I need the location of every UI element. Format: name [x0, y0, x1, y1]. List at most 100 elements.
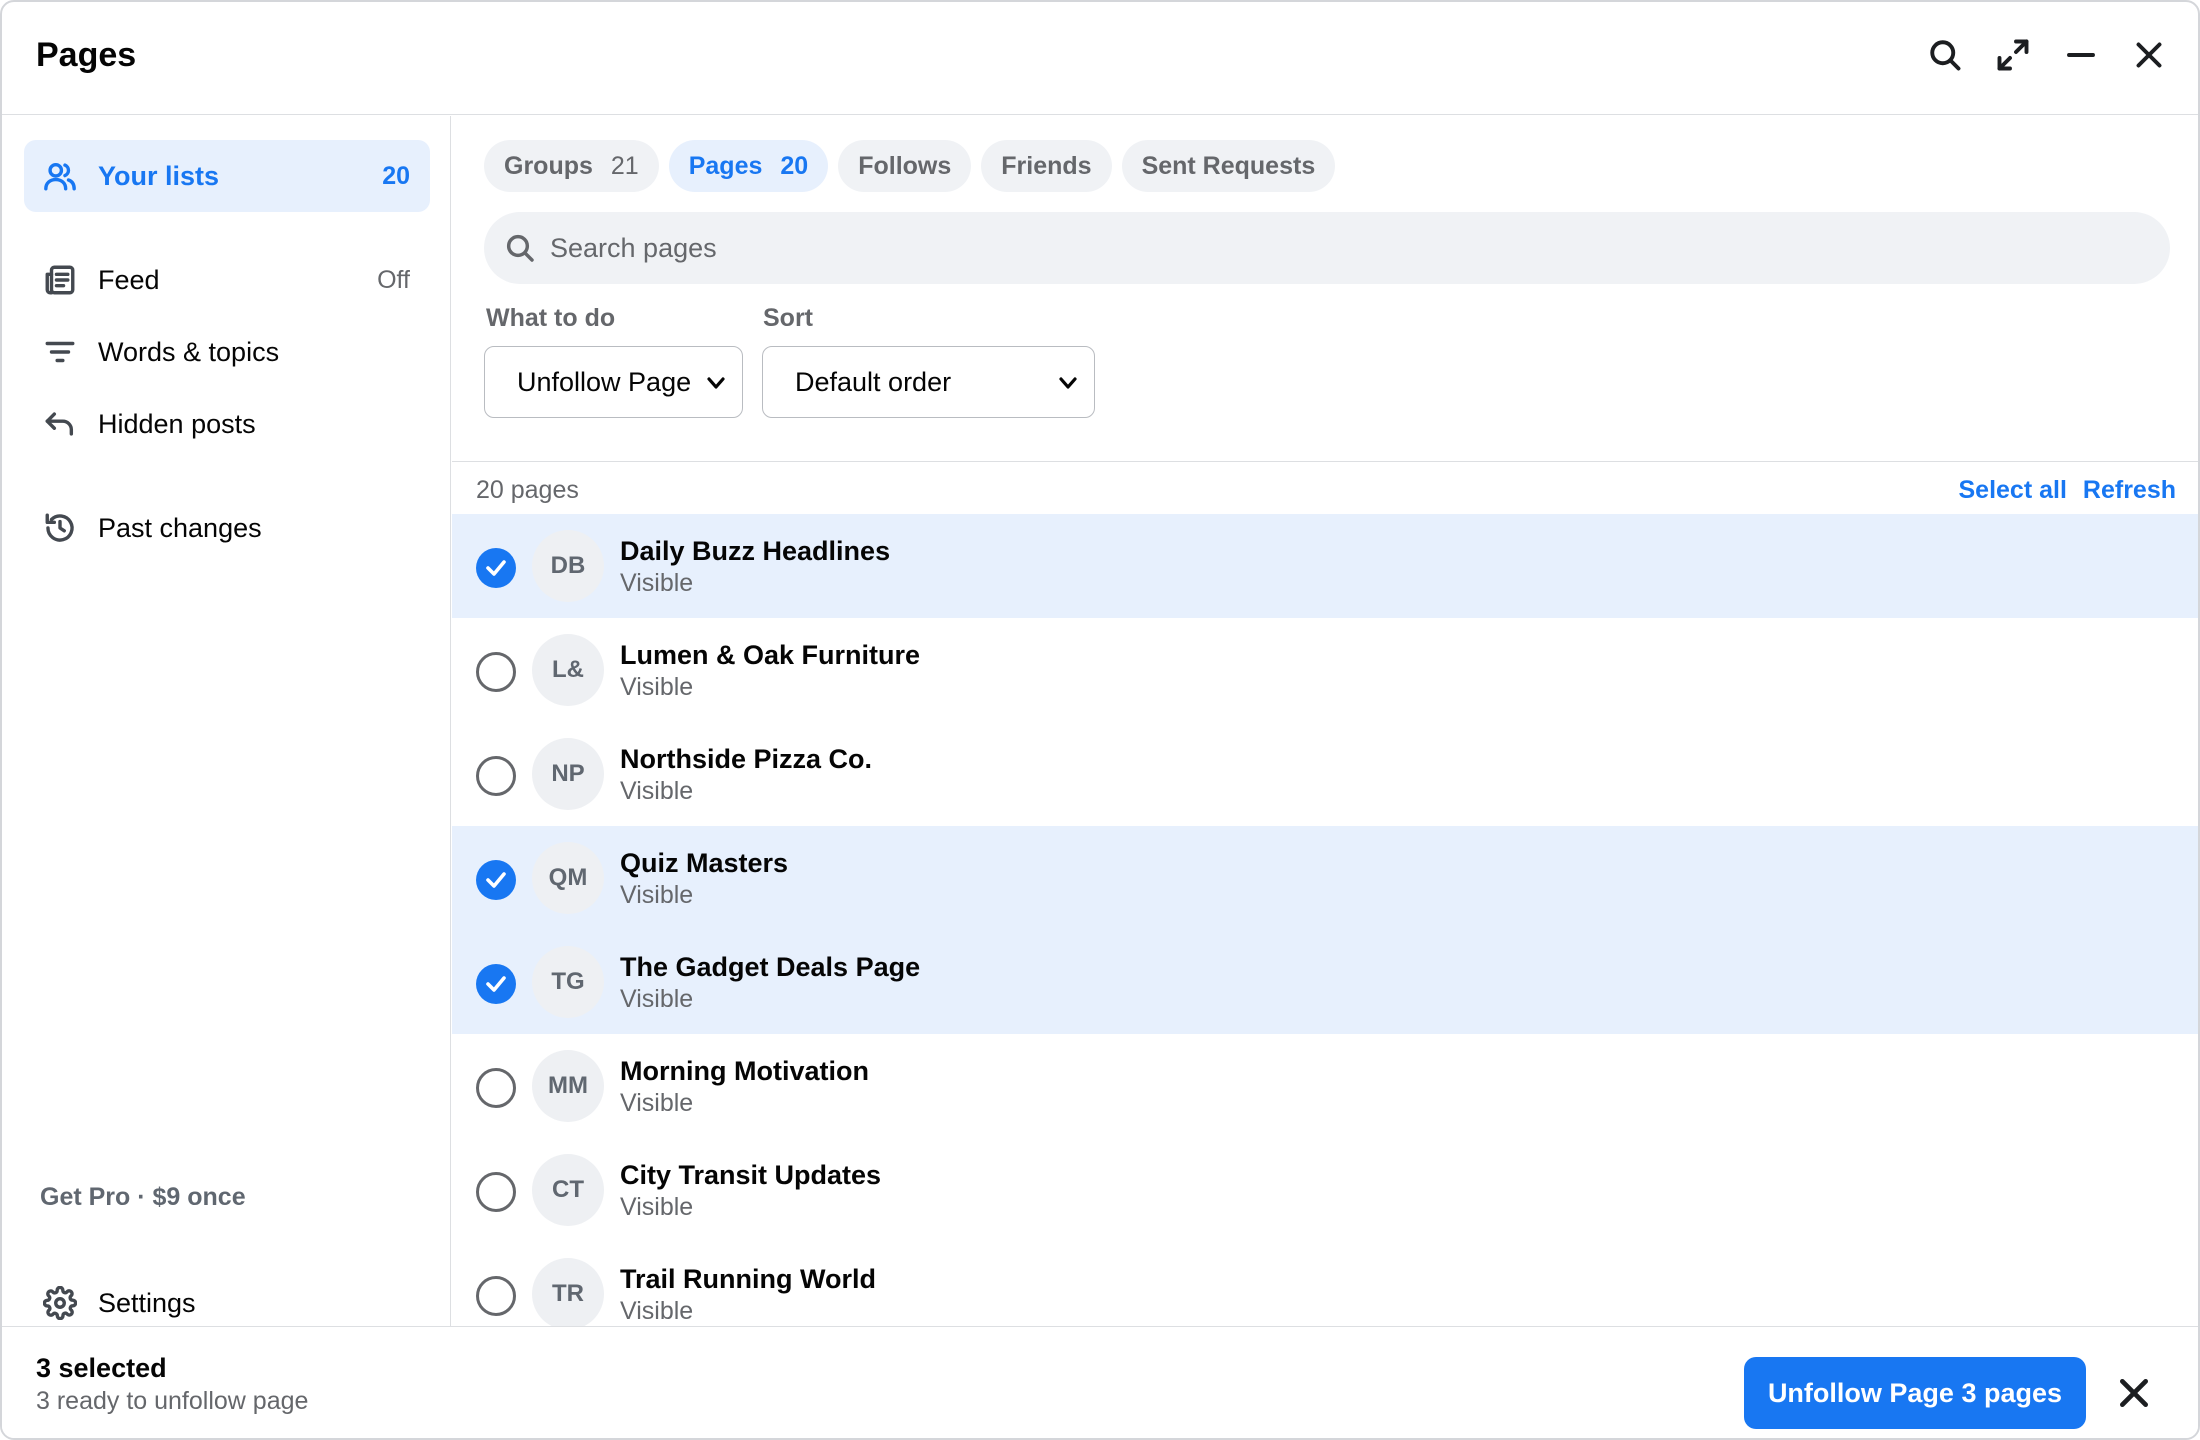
list-item-text: Northside Pizza Co. Visible — [620, 742, 872, 806]
list-item[interactable]: DB Daily Buzz Headlines Visible — [452, 514, 2198, 618]
checkbox[interactable] — [476, 1068, 516, 1108]
sidebar-item-past-changes[interactable]: Past changes — [24, 492, 430, 564]
tab-count: 20 — [780, 151, 809, 180]
avatar: NP — [532, 738, 604, 810]
unfollow-button[interactable]: Unfollow Page 3 pages — [1743, 1357, 2086, 1429]
get-pro-link[interactable]: Get Pro · $9 once — [40, 1183, 246, 1212]
list-item[interactable]: L& Lumen & Oak Furniture Visible — [452, 618, 2198, 722]
tab-label: Follows — [858, 151, 952, 180]
selection-summary: 3 ready to unfollow page — [36, 1387, 309, 1415]
people-icon — [42, 158, 78, 194]
list-item[interactable]: TR Trail Running World Visible — [452, 1242, 2198, 1326]
sort-select-value: Default order — [795, 366, 952, 397]
list-item-text: Quiz Masters Visible — [620, 846, 788, 910]
avatar: DB — [532, 530, 604, 602]
sidebar-item-words-topics[interactable]: Words & topics — [24, 316, 430, 388]
tab-friends[interactable]: Friends — [981, 140, 1112, 192]
selection-footer: 3 selected 3 ready to unfollow page Unfo… — [2, 1326, 2198, 1438]
sidebar-item-label: Your lists — [98, 160, 220, 191]
page-status: Visible — [620, 985, 694, 1013]
expand-icon[interactable] — [1990, 32, 2036, 78]
checkbox[interactable] — [476, 964, 516, 1004]
checkbox[interactable] — [476, 1276, 516, 1316]
page-status: Visible — [620, 777, 694, 805]
tab-groups[interactable]: Groups 21 — [484, 140, 659, 192]
sidebar-item-label: Past changes — [98, 512, 262, 543]
sidebar-item-label: Words & topics — [98, 336, 280, 367]
pages-count: 20 pages — [476, 475, 579, 504]
filter-lines-icon — [42, 334, 78, 370]
history-icon — [42, 510, 78, 546]
header-actions — [1922, 32, 2172, 78]
search-input[interactable] — [550, 232, 2050, 264]
pages-list: DB Daily Buzz Headlines Visible L& Lumen… — [452, 514, 2198, 1326]
page-name: Lumen & Oak Furniture — [620, 640, 921, 670]
list-item[interactable]: MM Morning Motivation Visible — [452, 1034, 2198, 1138]
list-item-text: City Transit Updates Visible — [620, 1158, 881, 1222]
sidebar-item-hidden-posts[interactable]: Hidden posts — [24, 388, 430, 460]
checkbox[interactable] — [476, 756, 516, 796]
chevron-down-icon — [1056, 371, 1080, 395]
list-item[interactable]: QM Quiz Masters Visible — [452, 826, 2198, 930]
minimize-icon[interactable] — [2058, 32, 2104, 78]
list-item-text: Daily Buzz Headlines Visible — [620, 534, 890, 598]
list-item-text: Trail Running World Visible — [620, 1262, 876, 1326]
sort-select[interactable]: Default order — [762, 346, 1095, 418]
checkbox[interactable] — [476, 860, 516, 900]
search-icon[interactable] — [1922, 32, 1968, 78]
page-name: Quiz Masters — [620, 848, 789, 878]
page-status: Visible — [620, 673, 694, 701]
sidebar-item-label: Hidden posts — [98, 408, 256, 439]
checkbox[interactable] — [476, 1172, 516, 1212]
list-item[interactable]: TG The Gadget Deals Page Visible — [452, 930, 2198, 1034]
tab-label: Friends — [1001, 151, 1092, 180]
tab-count: 21 — [610, 151, 639, 180]
selected-count: 3 selected — [36, 1353, 167, 1383]
sidebar-item-count: 20 — [382, 161, 410, 190]
avatar: QM — [532, 842, 604, 914]
sidebar-item-label: Settings — [98, 1287, 196, 1318]
list-item-text: Morning Motivation Visible — [620, 1054, 869, 1118]
action-label: What to do — [486, 304, 616, 332]
checkmark-icon — [486, 976, 506, 992]
page-name: The Gadget Deals Page — [620, 952, 921, 982]
refresh-link[interactable]: Refresh — [2083, 476, 2176, 505]
close-icon[interactable] — [2126, 32, 2172, 78]
checkmark-icon — [486, 560, 506, 576]
tab-sent-requests[interactable]: Sent Requests — [1121, 140, 1336, 192]
checkbox[interactable] — [476, 652, 516, 692]
sort-label: Sort — [763, 304, 813, 332]
checkbox[interactable] — [476, 548, 516, 588]
tab-pages[interactable]: Pages 20 — [668, 140, 829, 192]
list-item-text: Lumen & Oak Furniture Visible — [620, 638, 920, 702]
list-item[interactable]: NP Northside Pizza Co. Visible — [452, 722, 2198, 826]
chevron-down-icon — [704, 371, 728, 395]
page-status: Visible — [620, 569, 694, 597]
tab-label: Pages — [688, 151, 763, 180]
sidebar-item-your-lists[interactable]: Your lists 20 — [24, 140, 430, 212]
list-actions: Select all Refresh — [1959, 476, 2177, 505]
undo-arrow-icon — [42, 406, 78, 442]
list-item-text: The Gadget Deals Page Visible — [620, 950, 920, 1014]
page-name: Northside Pizza Co. — [620, 744, 873, 774]
page-name: City Transit Updates — [620, 1160, 882, 1190]
list-item[interactable]: CT City Transit Updates Visible — [452, 1138, 2198, 1242]
list-toolbar: 20 pages Select all Refresh — [476, 466, 2176, 514]
tab-follows[interactable]: Follows — [838, 140, 972, 192]
feed-status: Off — [377, 265, 410, 294]
window-title: Pages — [36, 36, 137, 74]
page-status: Visible — [620, 1297, 694, 1325]
page-status: Visible — [620, 881, 694, 909]
gear-icon — [42, 1285, 78, 1321]
search-bar[interactable] — [484, 212, 2170, 284]
sidebar-item-label: Feed — [98, 264, 160, 295]
sidebar: Your lists 20 Feed Off Words & topics Hi… — [2, 116, 451, 1326]
newspaper-icon — [42, 262, 78, 298]
action-select[interactable]: Unfollow Page — [484, 346, 743, 418]
close-icon[interactable] — [2114, 1373, 2154, 1413]
action-select-value: Unfollow Page — [517, 366, 692, 397]
select-all-link[interactable]: Select all — [1959, 476, 2067, 505]
window-header: Pages — [2, 2, 2198, 115]
category-tabs: Groups 21 Pages 20 Follows Friends Sent … — [484, 140, 1336, 192]
sidebar-item-feed[interactable]: Feed Off — [24, 244, 430, 316]
